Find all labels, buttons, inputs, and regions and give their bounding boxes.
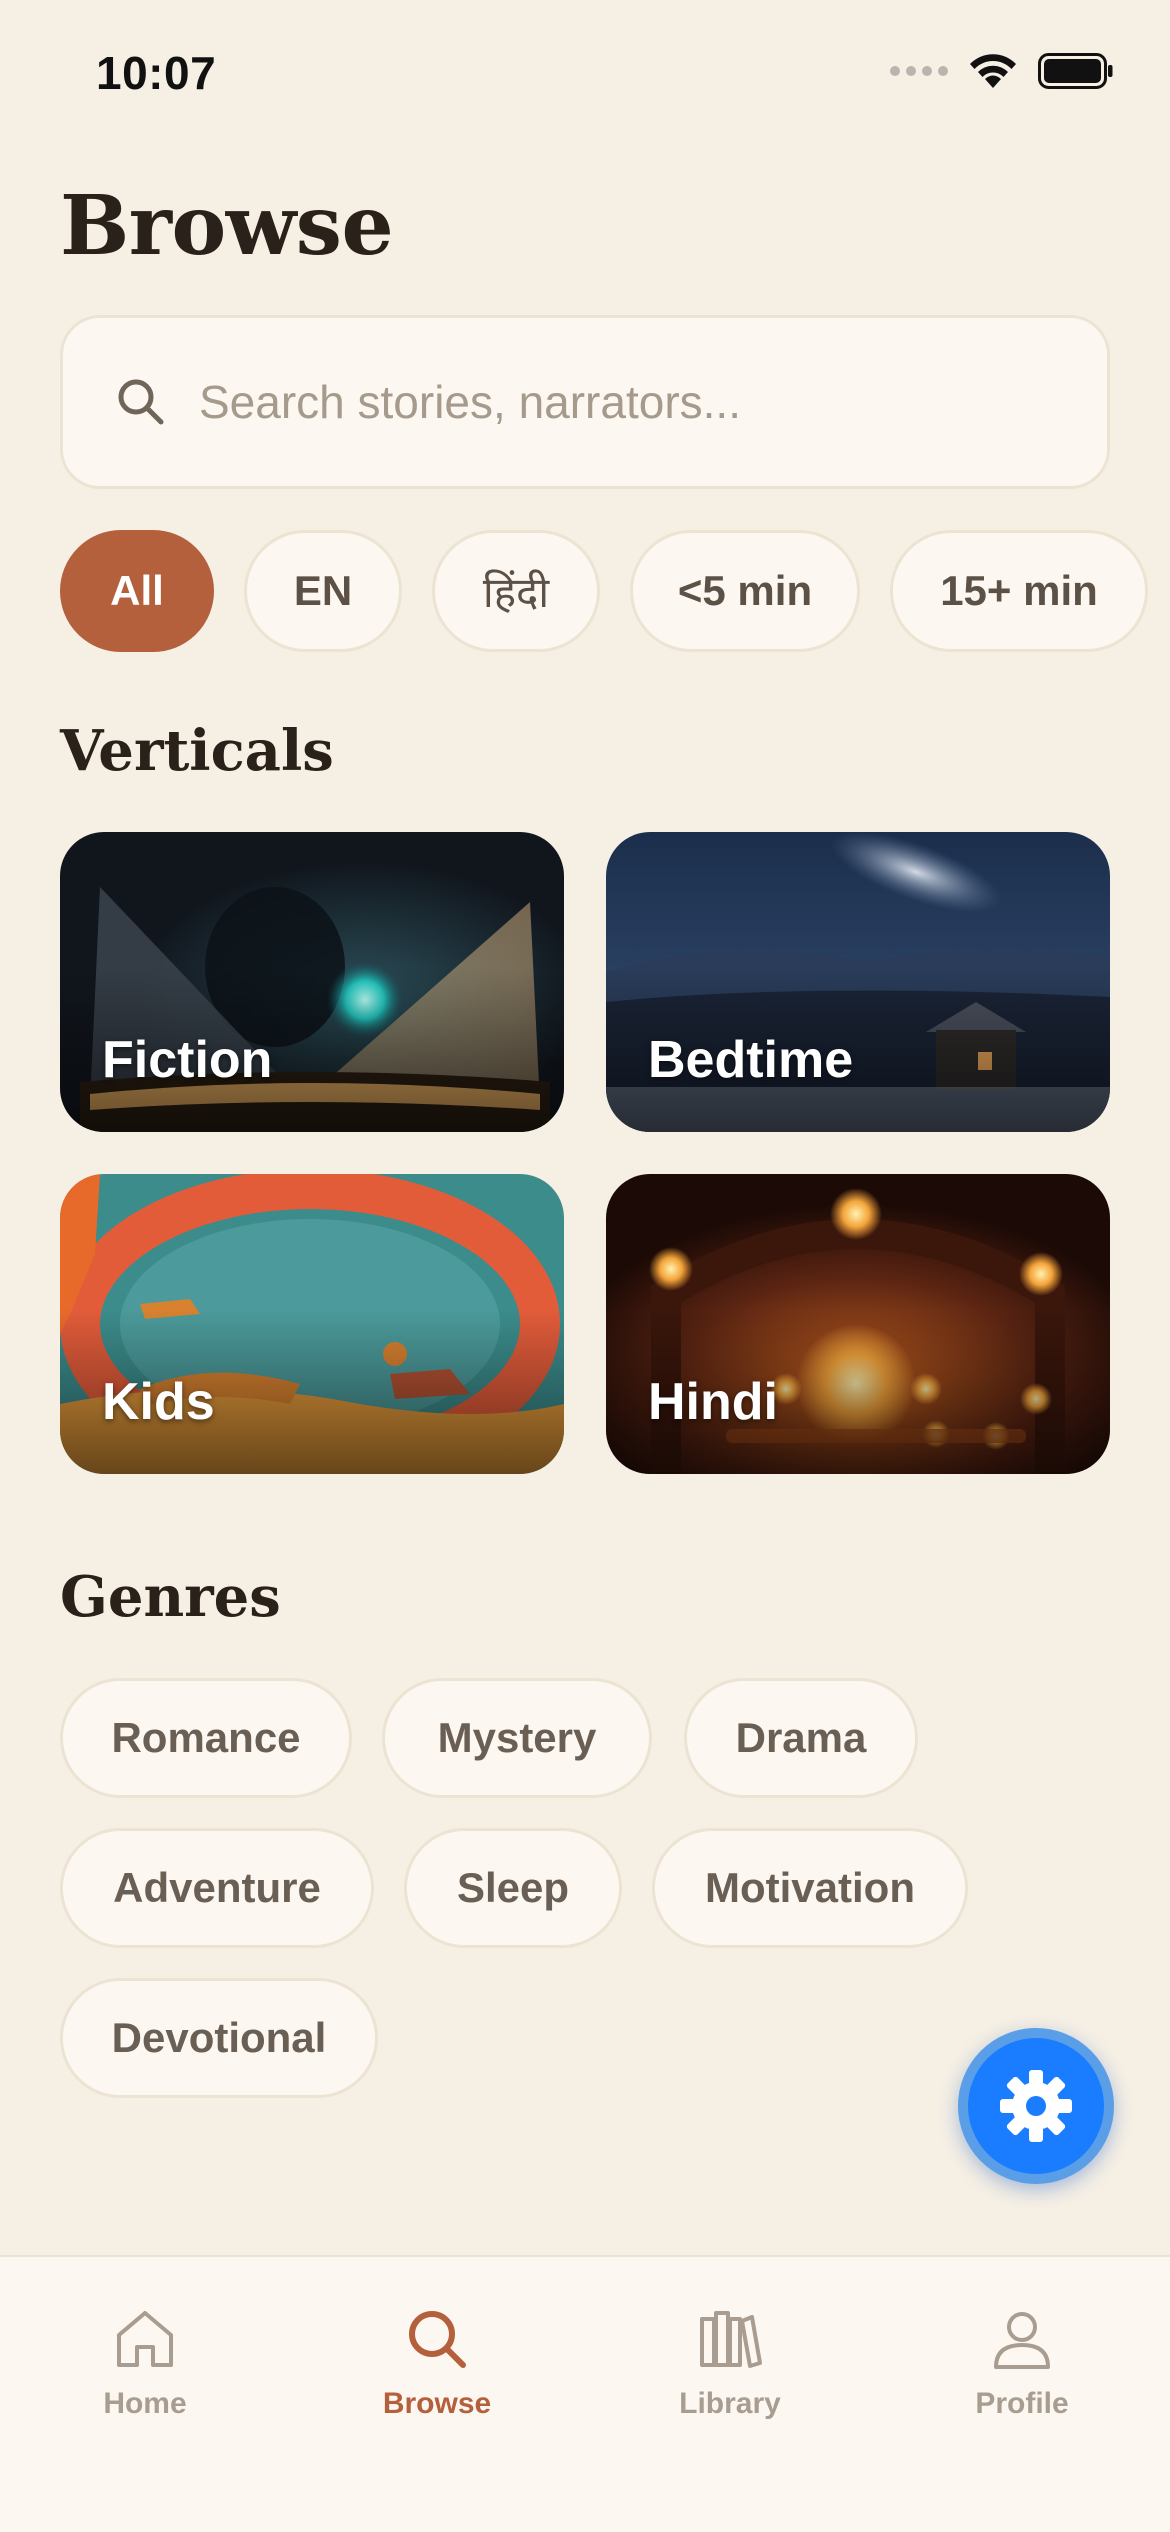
settings-fab-button[interactable] xyxy=(958,2028,1114,2184)
filter-chips: All EN हिंदी <5 min 15+ min xyxy=(60,530,1148,652)
profile-icon xyxy=(994,2312,1050,2369)
status-indicators xyxy=(890,52,1114,90)
battery-icon xyxy=(1038,53,1114,89)
vertical-card-kids[interactable]: Kids xyxy=(60,1174,564,1474)
gear-icon xyxy=(1000,2070,1072,2142)
tab-profile[interactable]: Profile xyxy=(922,2303,1122,2421)
cellular-signal-icon xyxy=(890,66,948,76)
tab-browse[interactable]: Browse xyxy=(337,2303,537,2421)
tab-label: Browse xyxy=(382,2387,492,2420)
page-title: Browse xyxy=(60,178,394,274)
search-icon xyxy=(409,2311,466,2368)
vertical-card-bedtime[interactable]: Bedtime xyxy=(606,832,1110,1132)
genre-chip-drama[interactable]: Drama xyxy=(684,1678,918,1798)
genre-chip-mystery[interactable]: Mystery xyxy=(382,1678,652,1798)
vertical-card-label: Bedtime xyxy=(648,1031,854,1089)
genre-chip-adventure[interactable]: Adventure xyxy=(60,1828,374,1948)
vertical-card-label: Fiction xyxy=(102,1031,273,1089)
vertical-card-label: Hindi xyxy=(648,1373,778,1431)
vertical-card-fiction[interactable]: Fiction xyxy=(60,832,564,1132)
genres-heading: Genres xyxy=(60,1564,281,1630)
filter-chip-under-5-min[interactable]: <5 min xyxy=(630,530,860,652)
status-time: 10:07 xyxy=(96,47,217,99)
wifi-icon xyxy=(968,52,1018,90)
genre-chip-motivation[interactable]: Motivation xyxy=(652,1828,968,1948)
bottom-tab-bar: Home Browse Library Profile xyxy=(0,2255,1170,2532)
search-input[interactable] xyxy=(199,375,1079,429)
tab-home[interactable]: Home xyxy=(45,2303,245,2421)
browse-screen: 10:07 Browse Search stories, narrators..… xyxy=(0,0,1170,2532)
home-icon xyxy=(117,2311,173,2367)
genre-chip-sleep[interactable]: Sleep xyxy=(404,1828,622,1948)
vertical-card-label: Kids xyxy=(102,1373,215,1431)
search-icon xyxy=(118,379,164,425)
tab-label: Library xyxy=(679,2387,781,2420)
tab-label: Profile xyxy=(975,2387,1069,2420)
genre-chip-devotional[interactable]: Devotional xyxy=(60,1978,378,2098)
library-icon xyxy=(700,2311,762,2368)
filter-chip-15-plus-min[interactable]: 15+ min xyxy=(890,530,1148,652)
tab-label: Home xyxy=(103,2387,187,2420)
vertical-card-hindi[interactable]: Hindi xyxy=(606,1174,1110,1474)
filter-chip-hindi[interactable]: हिंदी xyxy=(432,530,600,652)
search-bar[interactable] xyxy=(60,315,1110,489)
genre-chip-romance[interactable]: Romance xyxy=(60,1678,352,1798)
status-bar: 10:07 xyxy=(0,0,1170,150)
filter-chip-english[interactable]: EN xyxy=(244,530,402,652)
filter-chip-all[interactable]: All xyxy=(60,530,214,652)
tab-library[interactable]: Library xyxy=(630,2303,830,2421)
verticals-heading: Verticals xyxy=(60,718,334,784)
